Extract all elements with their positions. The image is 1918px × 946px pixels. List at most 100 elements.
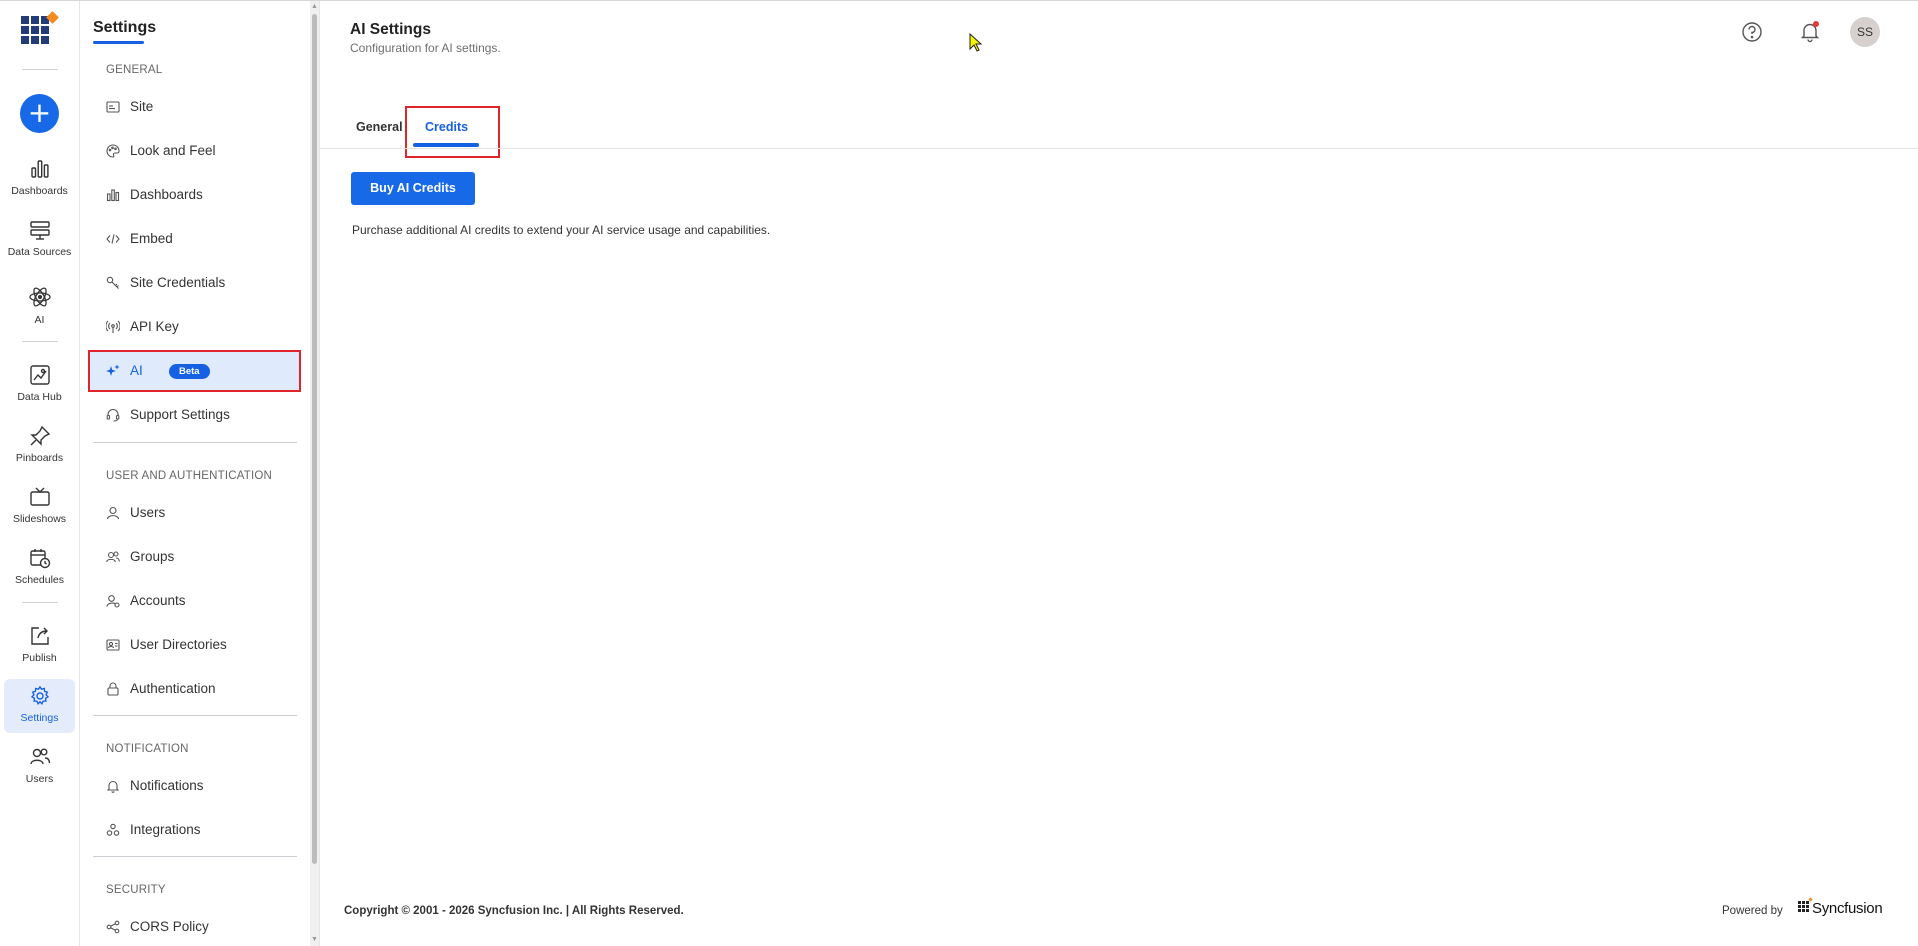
bell-icon [1800,23,1820,43]
directory-icon [106,639,120,651]
nav-item-label: Dashboards [130,187,203,202]
footer-powered-by: Powered by [1722,905,1783,917]
nav-item-user-directories[interactable]: User Directories [89,625,300,665]
nav-item-label: Users [130,505,166,520]
user-icon [106,506,120,520]
broadcast-icon [106,320,120,333]
settings-nav: Settings GENERAL Site Look and Feel Dash… [81,1,309,946]
nav-item-label: AI [130,363,143,378]
rail-item-dashboards[interactable]: Dashboards [4,152,75,206]
key-icon [106,276,119,289]
rail-item-data-hub[interactable]: Data Hub [4,358,75,412]
rail-item-users[interactable]: Users [4,740,75,794]
nav-item-label: Authentication [130,681,216,696]
nav-item-support-settings[interactable]: Support Settings [89,395,300,435]
page-title: AI Settings [350,21,431,38]
users-icon [29,748,50,765]
nav-item-dashboards[interactable]: Dashboards [89,175,300,215]
headset-icon [106,409,120,422]
nav-item-label: API Key [130,319,179,334]
pin-icon [29,425,50,446]
nav-item-ai[interactable]: AI Beta [88,350,301,392]
help-icon [1742,22,1762,42]
nav-item-label: Accounts [130,593,186,608]
rail-item-schedules[interactable]: Schedules [4,541,75,595]
nav-item-users[interactable]: Users [89,493,300,533]
rail-label: Dashboards [11,185,68,197]
section-heading-general: GENERAL [106,64,163,76]
integrations-icon [106,823,120,836]
sparkle-icon [106,364,120,376]
rail-label: Settings [20,712,59,724]
calendar-clock-icon [29,549,50,569]
rail-label: AI [34,314,45,326]
group-icon [106,551,120,563]
avatar[interactable]: SS [1850,17,1880,47]
app-rail: + Dashboards Data Sources AI Data Hub Pi… [0,1,80,946]
bell-icon [106,780,120,793]
rail-item-publish[interactable]: Publish [4,619,75,673]
share-icon [106,920,120,934]
scroll-down-icon[interactable]: ▼ [311,936,318,944]
nav-item-notifications[interactable]: Notifications [89,766,300,806]
nav-item-cors-policy[interactable]: CORS Policy [89,907,300,946]
lock-icon [107,682,119,696]
section-heading-notification: NOTIFICATION [106,743,189,755]
rail-label: Users [25,773,54,785]
rail-label: Data Hub [17,391,62,403]
notifications-button[interactable] [1796,18,1824,46]
nav-item-site[interactable]: Site [89,87,300,127]
app-logo[interactable] [21,11,61,48]
rail-label: Slideshows [12,513,67,525]
nav-item-accounts[interactable]: Accounts [89,581,300,621]
help-button[interactable] [1738,18,1766,46]
nav-item-label: Look and Feel [130,143,216,158]
rail-item-slideshows[interactable]: Slideshows [4,480,75,534]
nav-item-label: CORS Policy [130,919,209,934]
settings-nav-scrollbar[interactable]: ▲ ▼ [310,1,319,946]
rail-item-pinboards[interactable]: Pinboards [4,419,75,473]
bar-chart-icon [106,189,120,202]
gear-icon [30,685,49,706]
tab-general[interactable]: General [356,120,403,134]
nav-item-api-key[interactable]: API Key [89,307,300,347]
nav-item-label: Site Credentials [130,275,226,290]
nav-item-embed[interactable]: Embed [89,219,300,259]
syncfusion-brand: Syncfusion [1812,900,1883,917]
nav-item-site-credentials[interactable]: Site Credentials [89,263,300,303]
rail-label: Publish [22,652,57,664]
rail-item-settings[interactable]: Settings [4,679,75,733]
rail-label: Schedules [14,574,65,586]
tv-icon [29,487,50,506]
rail-item-data-sources[interactable]: Data Sources [4,213,75,267]
rail-item-ai[interactable]: AI [4,279,75,333]
scroll-up-icon[interactable]: ▲ [311,3,318,11]
footer-copyright: Copyright © 2001 - 2026 Syncfusion Inc. … [344,905,684,917]
title-underline [93,41,144,44]
nav-item-groups[interactable]: Groups [89,537,300,577]
nav-item-label: User Directories [130,637,227,652]
nav-item-authentication[interactable]: Authentication [89,669,300,709]
nav-item-label: Site [130,99,154,114]
database-icon [29,221,50,240]
create-button[interactable]: + [20,94,59,133]
atom-icon [28,287,51,307]
mouse-cursor-icon [969,33,983,52]
beta-badge: Beta [169,364,210,379]
nav-item-label: Embed [130,231,173,246]
scrollbar-thumb[interactable] [312,14,317,864]
credits-description: Purchase additional AI credits to extend… [352,223,771,237]
nav-item-look-and-feel[interactable]: Look and Feel [89,131,300,171]
rail-label: Pinboards [15,452,64,464]
data-hub-icon [29,365,50,385]
site-icon [106,101,120,113]
accounts-icon [106,595,120,608]
nav-item-label: Groups [130,549,175,564]
nav-item-label: Notifications [130,778,204,793]
bar-chart-icon [30,160,49,178]
main-content: AI Settings Configuration for AI setting… [320,1,1918,946]
nav-item-integrations[interactable]: Integrations [89,810,300,850]
publish-icon [30,627,49,645]
buy-ai-credits-button[interactable]: Buy AI Credits [351,172,475,205]
settings-nav-title: Settings [93,19,157,36]
